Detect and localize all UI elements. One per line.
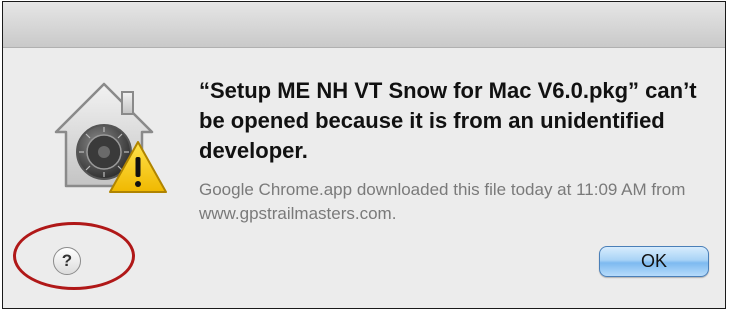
dialog-message: “Setup ME NH VT Snow for Mac V6.0.pkg” c… [199,78,697,163]
dialog-detail: Google Chrome.app downloaded this file t… [199,180,686,223]
help-button[interactable]: ? [53,247,81,275]
ok-button[interactable]: OK [599,246,709,277]
dialog-titlebar [3,2,725,48]
gatekeeper-warning-icon [54,82,167,193]
alert-dialog: “Setup ME NH VT Snow for Mac V6.0.pkg” c… [2,1,726,309]
